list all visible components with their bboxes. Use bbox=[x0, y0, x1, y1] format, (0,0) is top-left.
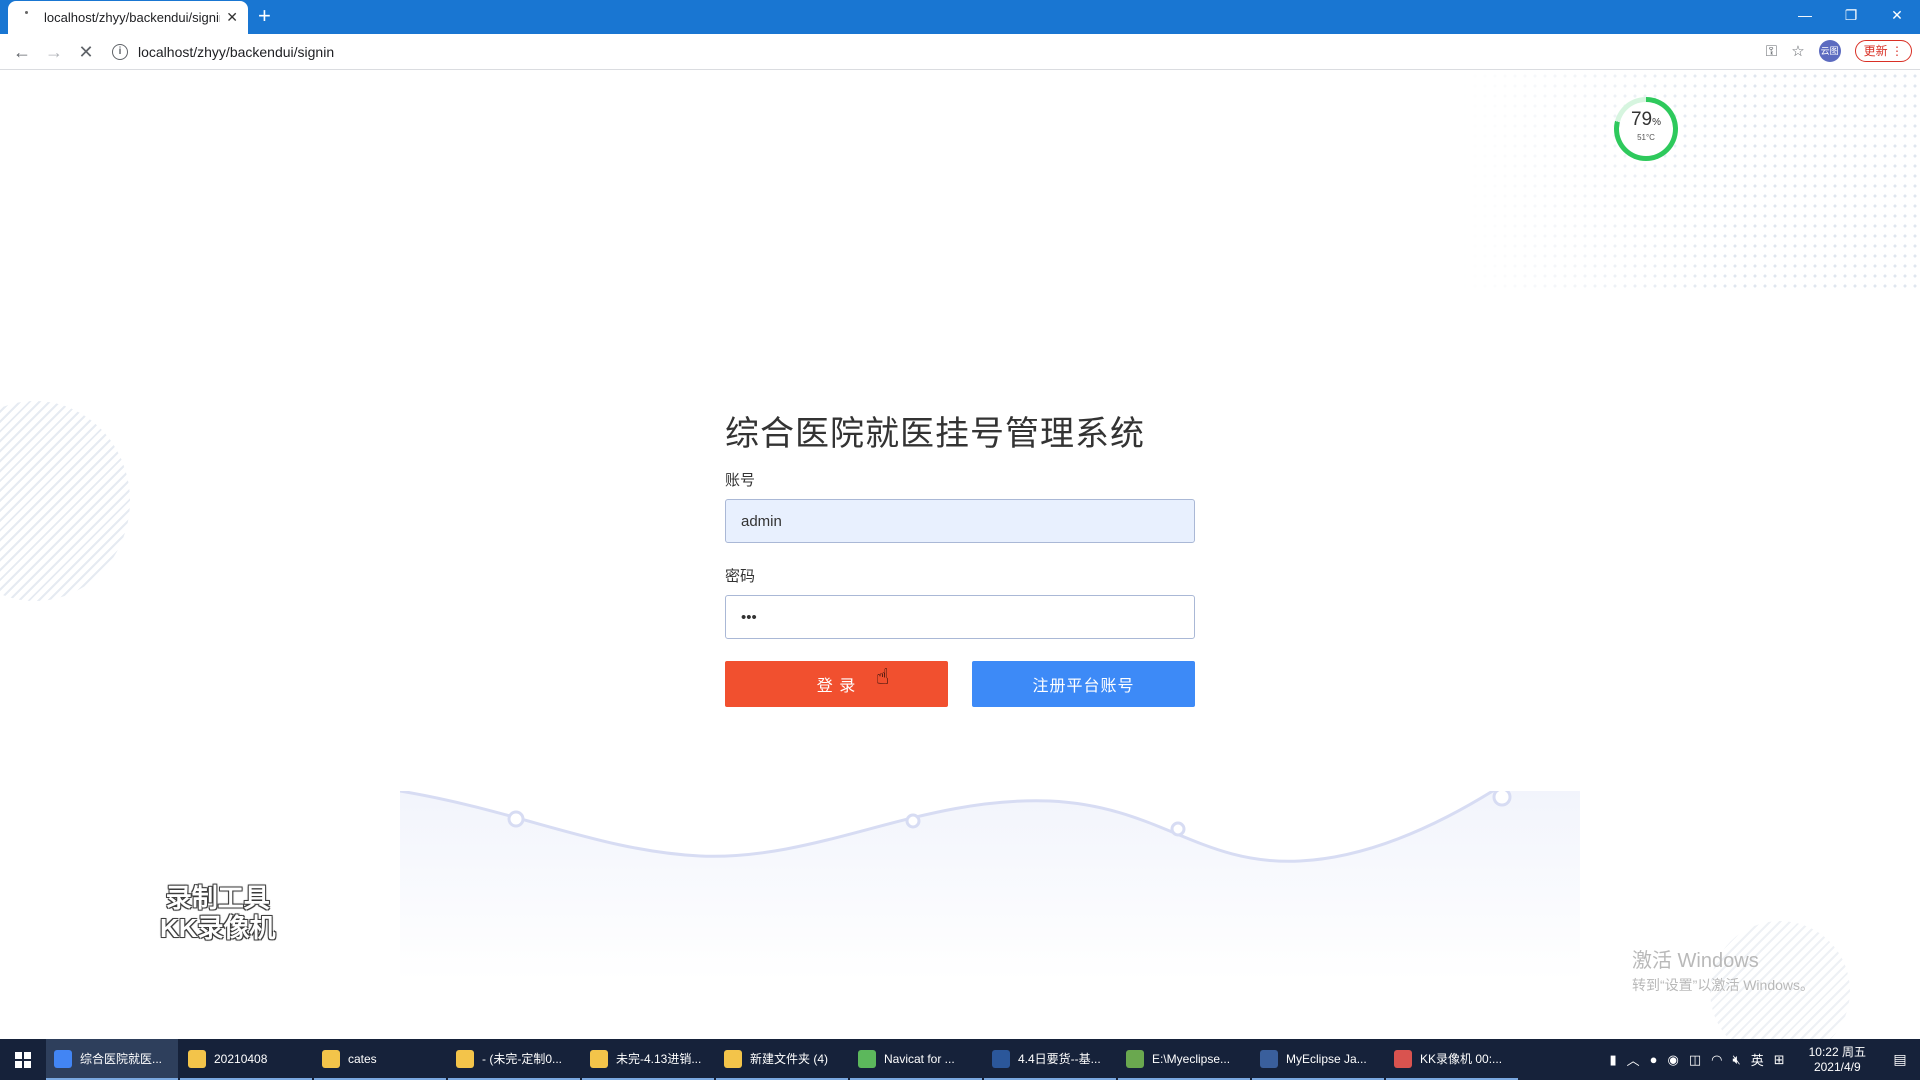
minimize-icon[interactable]: — bbox=[1782, 0, 1828, 30]
taskbar-item-label: 20210408 bbox=[214, 1051, 268, 1066]
network-icon[interactable]: ◫ bbox=[1689, 1052, 1701, 1068]
register-button[interactable]: 注册平台账号 bbox=[972, 661, 1195, 707]
update-label: 更新 bbox=[1863, 44, 1888, 58]
gauge-percent-unit: % bbox=[1652, 117, 1662, 128]
account-label: 账号 bbox=[725, 472, 756, 489]
taskbar: 综合医院就医... 20210408 cates - (未完-定制0... 未完-4.1… bbox=[0, 1039, 1920, 1080]
url-text: localhost/zhyy/backendui/signin bbox=[138, 44, 335, 60]
recorder-watermark: 录制工具 KK录像机 bbox=[160, 883, 276, 943]
back-icon[interactable]: ← bbox=[12, 42, 32, 63]
watermark-line2: KK录像机 bbox=[160, 913, 276, 943]
windows-activation-notice: 激活 Windows 转到“设置”以激活 Windows。 bbox=[1632, 944, 1814, 995]
taskbar-item-label: Navicat for ... bbox=[884, 1051, 955, 1066]
page-content: 79% 51°C 综合医院就医挂号管理系统 账号 admin 密码 ••• 登 … bbox=[0, 71, 1920, 1039]
volume-muted-icon[interactable]: 🔇︎ bbox=[1733, 1052, 1741, 1068]
start-button[interactable] bbox=[0, 1039, 46, 1080]
tab-title: localhost/zhyy/backendui/signin bbox=[44, 10, 221, 25]
decorative-wave bbox=[400, 791, 1580, 981]
forward-icon[interactable]: → bbox=[44, 42, 64, 63]
account-input[interactable]: admin bbox=[725, 499, 1195, 543]
taskbar-item-label: MyEclipse Ja... bbox=[1286, 1051, 1367, 1066]
taskbar-item[interactable]: 4.4日要货--基... bbox=[984, 1039, 1116, 1080]
system-tray: ▮ ︿ ● ◉ ◫ ◠ 🔇︎ 英 ⊞ 10:22 周五 2021/4/9 ▤ bbox=[1609, 1039, 1920, 1080]
chrome-icon bbox=[54, 1049, 72, 1068]
taskbar-item-label: 综合医院就医... bbox=[80, 1052, 163, 1066]
login-form: 综合医院就医挂号管理系统 账号 admin 密码 ••• 登 录 注册平台账号 bbox=[725, 406, 1195, 707]
restore-icon[interactable]: ❐ bbox=[1828, 0, 1874, 30]
key-icon[interactable]: ⚿ bbox=[1766, 43, 1777, 60]
notification-center-icon[interactable]: ▤ bbox=[1880, 1051, 1920, 1068]
loading-favicon-icon bbox=[22, 10, 36, 25]
memory-gauge-widget[interactable]: 79% 51°C bbox=[1614, 97, 1678, 161]
taskbar-item[interactable]: 综合医院就医... bbox=[46, 1039, 178, 1080]
decorative-dot-pattern bbox=[1460, 71, 1920, 291]
watermark-line1: 录制工具 bbox=[165, 883, 270, 913]
battery-icon[interactable]: ▮ bbox=[1609, 1052, 1616, 1068]
stop-loading-icon[interactable]: ✕ bbox=[76, 42, 96, 63]
taskbar-item-label: KK录像机 00:... bbox=[1420, 1052, 1503, 1066]
close-window-icon[interactable]: ✕ bbox=[1874, 0, 1920, 30]
folder-icon bbox=[188, 1049, 206, 1068]
taskbar-item-label: 新建文件夹 (4) bbox=[750, 1052, 829, 1066]
bookmark-star-icon[interactable]: ☆ bbox=[1791, 42, 1804, 60]
browser-tab-bar: localhost/zhyy/backendui/signin ✕ + — ❐ … bbox=[0, 0, 1920, 34]
folder-icon bbox=[724, 1049, 742, 1068]
address-bar: ← → ✕ i localhost/zhyy/backendui/signin … bbox=[0, 34, 1920, 70]
taskbar-item-label: cates bbox=[348, 1051, 377, 1066]
clock-date: 2021/4/9 bbox=[1813, 1059, 1861, 1074]
folder-icon bbox=[590, 1049, 608, 1068]
taskbar-item[interactable]: MyEclipse Ja... bbox=[1252, 1039, 1384, 1080]
taskbar-item-label: E:\Myeclipse... bbox=[1152, 1051, 1231, 1066]
url-field[interactable]: i localhost/zhyy/backendui/signin bbox=[112, 38, 1772, 66]
ime-mode-icon[interactable]: ⊞ bbox=[1774, 1052, 1785, 1068]
word-icon bbox=[992, 1049, 1010, 1068]
windows-logo-icon bbox=[15, 1051, 31, 1068]
folder-icon bbox=[322, 1049, 340, 1068]
taskbar-item-label: 未完-4.13进销... bbox=[616, 1052, 702, 1066]
ime-indicator[interactable]: 英 bbox=[1751, 1050, 1764, 1069]
taskbar-item-label: 4.4日要货--基... bbox=[1018, 1052, 1101, 1066]
browser-tab[interactable]: localhost/zhyy/backendui/signin ✕ bbox=[8, 1, 248, 34]
site-info-icon[interactable]: i bbox=[112, 44, 128, 60]
folder-icon bbox=[456, 1049, 474, 1068]
page-title: 综合医院就医挂号管理系统 bbox=[725, 415, 1145, 453]
taskbar-item[interactable]: 新建文件夹 (4) bbox=[716, 1039, 848, 1080]
activation-subtitle: 转到“设置”以激活 Windows。 bbox=[1632, 977, 1815, 993]
activation-title: 激活 Windows bbox=[1632, 950, 1759, 972]
tray-app-icon[interactable]: ● bbox=[1650, 1052, 1658, 1067]
window-controls: — ❐ ✕ bbox=[1782, 0, 1920, 30]
tray-app-icon[interactable]: ◉ bbox=[1668, 1052, 1679, 1068]
taskbar-item-label: - (未完-定制0... bbox=[482, 1052, 562, 1066]
taskbar-item[interactable]: KK录像机 00:... bbox=[1386, 1039, 1518, 1080]
taskbar-item[interactable]: cates bbox=[314, 1039, 446, 1080]
clock-time: 10:22 周五 bbox=[1808, 1044, 1866, 1059]
hand-cursor-icon: ☝ bbox=[876, 664, 890, 689]
gauge-percent: 79 bbox=[1630, 109, 1653, 130]
taskbar-item[interactable]: - (未完-定制0... bbox=[448, 1039, 580, 1080]
password-label: 密码 bbox=[725, 568, 756, 585]
navicat-icon bbox=[858, 1049, 876, 1068]
clock[interactable]: 10:22 周五 2021/4/9 bbox=[1809, 1045, 1866, 1075]
show-hidden-icons-icon[interactable]: ︿ bbox=[1627, 1050, 1640, 1069]
password-input[interactable]: ••• bbox=[725, 595, 1195, 639]
taskbar-item[interactable]: 未完-4.13进销... bbox=[582, 1039, 714, 1080]
gauge-temperature: 51°C bbox=[1637, 133, 1655, 142]
decorative-stripes bbox=[0, 401, 130, 601]
myeclipse-icon bbox=[1260, 1049, 1278, 1068]
tab-close-icon[interactable]: ✕ bbox=[226, 9, 238, 26]
profile-avatar[interactable]: 云图 bbox=[1818, 40, 1841, 62]
taskbar-item[interactable]: E:\Myeclipse... bbox=[1118, 1039, 1250, 1080]
kk-recorder-icon bbox=[1394, 1049, 1412, 1068]
taskbar-item[interactable]: 20210408 bbox=[180, 1039, 312, 1080]
update-button[interactable]: 更新 ⋮ bbox=[1854, 40, 1912, 62]
notepad-icon bbox=[1126, 1049, 1144, 1068]
wifi-icon[interactable]: ◠ bbox=[1711, 1052, 1722, 1068]
login-button[interactable]: 登 录 bbox=[725, 661, 948, 707]
taskbar-item[interactable]: Navicat for ... bbox=[850, 1039, 982, 1080]
new-tab-button[interactable]: + bbox=[258, 5, 271, 27]
